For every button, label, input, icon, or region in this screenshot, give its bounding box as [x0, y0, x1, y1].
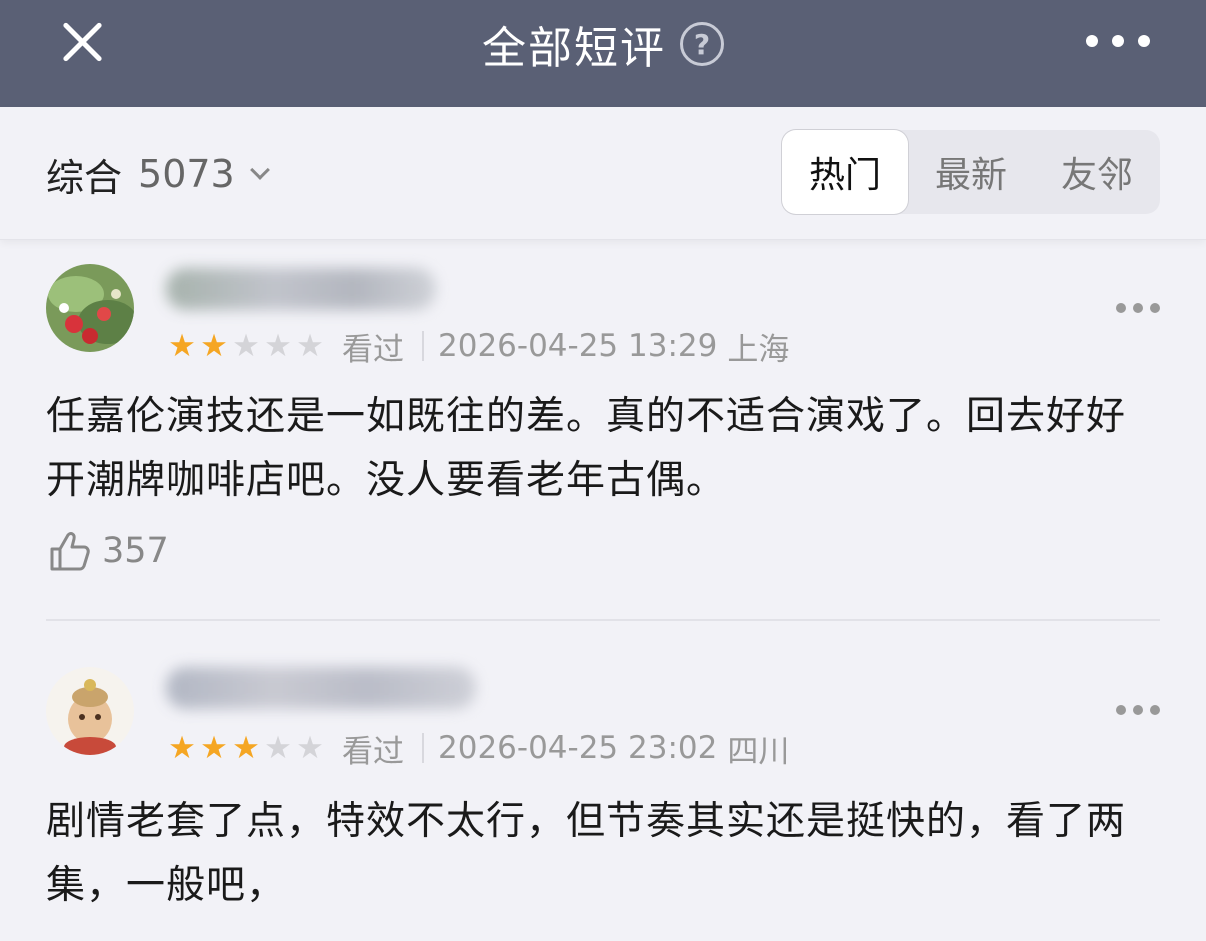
- comment-text: 任嘉伦演技还是一如既往的差。真的不适合演戏了。回去好好开潮牌咖啡店吧。没人要看老…: [46, 394, 1127, 503]
- more-dot: [1112, 35, 1124, 47]
- comment-meta: ★ ★ ★ ★ ★ 看过 2026-04-25 13:29 上海: [166, 326, 790, 368]
- tab-latest[interactable]: 最新: [908, 130, 1034, 214]
- comment-meta: ★ ★ ★ ★ ★ 看过 2026-04-25 23:02 四川: [166, 728, 790, 770]
- tab-friends[interactable]: 友邻: [1034, 130, 1160, 214]
- tab-hot[interactable]: 热门: [782, 130, 908, 214]
- chevron-down-icon: [249, 160, 270, 180]
- username-blurred[interactable]: [166, 667, 476, 709]
- avatar[interactable]: [46, 667, 134, 755]
- comment-location: 上海: [727, 331, 790, 368]
- title-bar: 全部短评 ?: [0, 0, 1206, 107]
- page-title: 全部短评: [482, 23, 666, 74]
- star-filled-icon: ★: [200, 327, 228, 364]
- comment-item: ★ ★ ★ ★ ★ 看过 2026-04-25 23:02 四川 剧情老套了点，…: [0, 641, 1206, 941]
- comment-separator: [46, 619, 1160, 621]
- star-filled-icon: ★: [232, 729, 260, 766]
- watch-status: 看过: [342, 331, 404, 368]
- comment-text: 剧情老套了点，特效不太行，但节奏其实还是挺快的，看了两集，一般吧，: [46, 799, 1127, 908]
- comment-datetime: 2026-04-25 23:02: [438, 730, 718, 766]
- meta-divider: [422, 733, 424, 763]
- like-count: 357: [102, 531, 169, 571]
- username-blurred[interactable]: [166, 268, 436, 310]
- more-dot: [1150, 705, 1160, 715]
- meta-divider: [422, 331, 424, 361]
- more-dot: [1150, 303, 1160, 313]
- comment-datetime: 2026-04-25 13:29: [438, 328, 718, 364]
- star-rating: ★ ★ ★ ★ ★: [166, 327, 326, 364]
- thumbs-up-icon: [50, 532, 90, 571]
- star-filled-icon: ★: [168, 729, 196, 766]
- more-dot: [1116, 705, 1126, 715]
- more-dot: [1116, 303, 1126, 313]
- more-dot: [1086, 35, 1098, 47]
- comment-item: ★ ★ ★ ★ ★ 看过 2026-04-25 13:29 上海 任嘉伦演技还是…: [0, 240, 1206, 620]
- star-empty-icon: ★: [296, 729, 324, 766]
- review-count: 5073: [138, 152, 235, 196]
- star-filled-icon: ★: [168, 327, 196, 364]
- avatar[interactable]: [46, 264, 134, 352]
- watch-status: 看过: [342, 733, 404, 770]
- sort-segmented-control: 热门 最新 友邻: [782, 130, 1160, 214]
- title-group: 全部短评 ?: [0, 16, 1206, 74]
- more-options-icon[interactable]: [1086, 32, 1150, 50]
- star-empty-icon: ★: [296, 327, 324, 364]
- more-options-icon[interactable]: [1116, 704, 1160, 716]
- sort-label: 综合: [46, 155, 123, 200]
- star-filled-icon: ★: [200, 729, 228, 766]
- more-dot: [1138, 35, 1150, 47]
- like-button[interactable]: 357: [46, 526, 169, 576]
- comment-location: 四川: [727, 733, 790, 770]
- help-icon[interactable]: ?: [680, 22, 724, 66]
- star-empty-icon: ★: [264, 327, 292, 364]
- more-options-icon[interactable]: [1116, 302, 1160, 314]
- star-empty-icon: ★: [264, 729, 292, 766]
- star-empty-icon: ★: [232, 327, 260, 364]
- more-dot: [1133, 303, 1143, 313]
- star-rating: ★ ★ ★ ★ ★: [166, 729, 326, 766]
- filter-bar: 综合 5073 热门 最新 友邻: [0, 107, 1206, 240]
- sort-dropdown[interactable]: 综合 5073: [46, 151, 270, 200]
- more-dot: [1133, 705, 1143, 715]
